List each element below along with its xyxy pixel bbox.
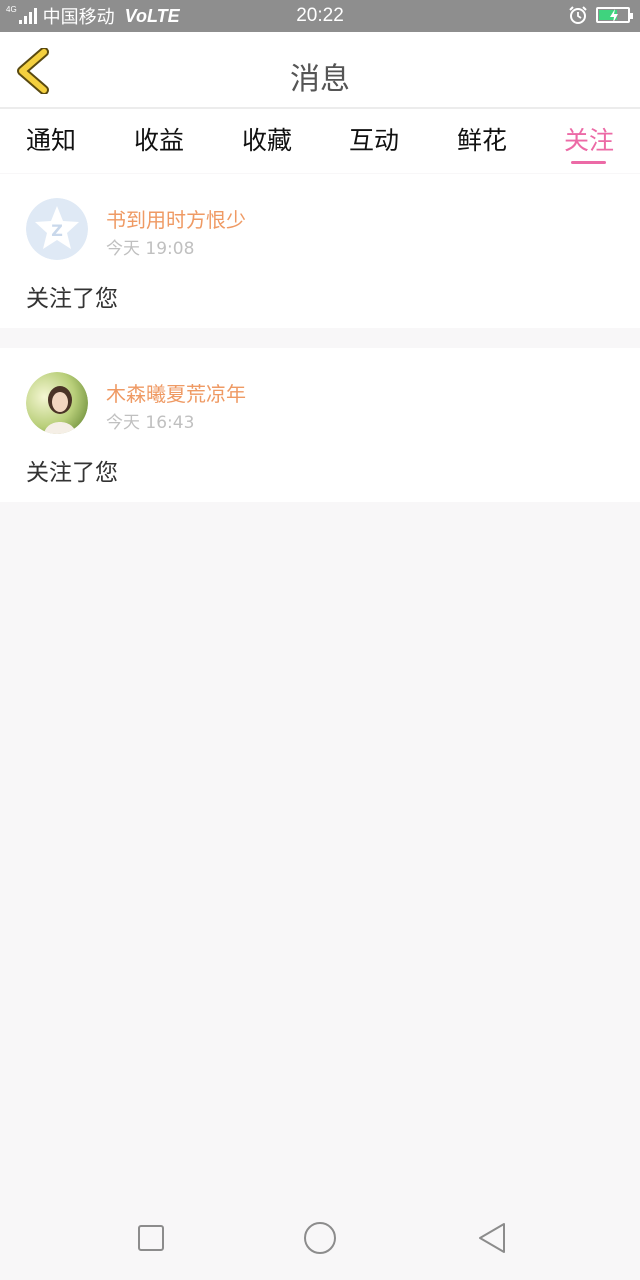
recents-button[interactable] — [131, 1218, 171, 1258]
page-title: 消息 — [290, 62, 350, 97]
tab-bar: 通知 收益 收藏 互动 鲜花 关注 — [0, 109, 640, 173]
avatar[interactable]: Z — [26, 198, 88, 260]
message-item[interactable]: Z 书到用时方恨少 今天 19:08 关注了您 — [0, 174, 640, 328]
username[interactable]: 木森曦夏荒凉年 — [106, 378, 246, 407]
tab-interactions[interactable]: 互动 — [349, 121, 399, 157]
triangle-back-icon — [479, 1223, 505, 1253]
message-time: 今天 19:08 — [106, 239, 195, 259]
system-nav-bar — [0, 1196, 640, 1280]
message-item[interactable]: 木森曦夏荒凉年 今天 16:43 关注了您 — [0, 348, 640, 502]
tab-flowers[interactable]: 鲜花 — [457, 121, 507, 157]
battery-charging-icon — [596, 7, 633, 23]
home-button[interactable] — [300, 1218, 340, 1258]
alarm-icon — [569, 6, 587, 24]
status-bar: 4G 中国移动 VoLTE 20:22 — [0, 0, 640, 32]
status-time: 20:22 — [296, 5, 344, 26]
message-text: 关注了您 — [26, 460, 118, 486]
message-text: 关注了您 — [26, 286, 118, 312]
svg-text:Z: Z — [51, 221, 63, 240]
tab-follows[interactable]: 关注 — [564, 121, 614, 157]
photo-avatar-icon — [26, 372, 88, 434]
active-tab-indicator — [571, 161, 606, 164]
default-star-avatar-icon: Z — [26, 198, 88, 260]
square-recents-icon — [138, 1225, 164, 1251]
charging-bolt-icon — [610, 9, 618, 23]
tab-notifications[interactable]: 通知 — [26, 121, 76, 157]
username[interactable]: 书到用时方恨少 — [106, 204, 246, 233]
message-time: 今天 16:43 — [106, 413, 195, 433]
circle-home-icon — [304, 1222, 336, 1254]
tab-earnings[interactable]: 收益 — [134, 121, 184, 157]
avatar[interactable] — [26, 372, 88, 434]
back-nav-button[interactable] — [472, 1218, 512, 1258]
header: 消息 — [0, 32, 640, 109]
tab-favorites[interactable]: 收藏 — [242, 121, 292, 157]
status-right — [568, 5, 633, 25]
